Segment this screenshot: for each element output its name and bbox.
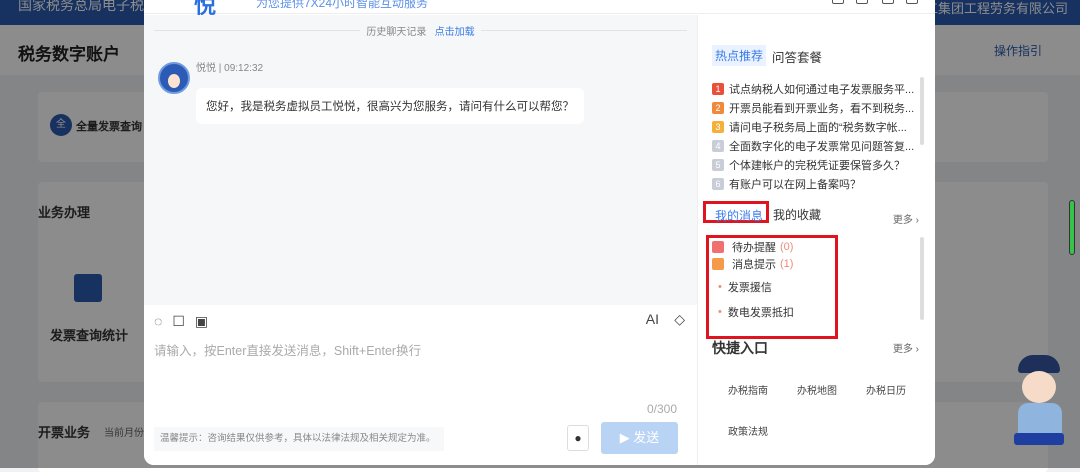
bulb-icon xyxy=(712,258,724,270)
todo-label: 待办提醒 xyxy=(732,242,776,254)
eraser-icon[interactable]: ◇ xyxy=(674,311,685,328)
rank-badge: 1 xyxy=(712,82,724,95)
tab-hot[interactable]: 热点推荐 xyxy=(712,45,767,66)
todo-count: (0) xyxy=(780,241,794,253)
quick-policy[interactable]: 政策法规 xyxy=(728,423,768,438)
rank-badge: 6 xyxy=(712,177,724,190)
messages-scrollbar[interactable] xyxy=(920,237,924,320)
calendar-icon[interactable]: ▣ xyxy=(195,313,208,330)
minimize-icon[interactable] xyxy=(856,0,868,4)
slogan: 为您提供7X24小时智能互动服务 xyxy=(256,0,429,10)
load-history-link[interactable]: 点击加载 xyxy=(435,27,475,38)
modal-header: 悦 为您提供7X24小时智能互动服务 xyxy=(144,0,935,18)
tab-favorites[interactable]: 我的收藏 xyxy=(773,206,821,223)
hot-item[interactable]: 4 全面数字化的电子发票常见问题答复... xyxy=(712,136,922,155)
bot-avatar xyxy=(158,62,190,94)
rank-badge: 2 xyxy=(712,101,724,114)
tab-qa-package[interactable]: 问答套餐 xyxy=(772,47,822,66)
notice-text: 数电发票抵扣 xyxy=(727,307,794,319)
todo-item[interactable]: 待办提醒 (0) xyxy=(712,239,793,255)
tip-text: 温馨提示：咨询结果仅供参考，具体以法律法规及相关规定为准。 xyxy=(154,427,444,451)
hot-item[interactable]: 1 试点纳税人如何通过电子发票服务平... xyxy=(712,79,922,98)
hot-item-text: 请问电子税务局上面的“税务数字帐... xyxy=(729,121,907,134)
hot-item[interactable]: 6 有账户可以在网上备案吗？ xyxy=(712,174,922,191)
hot-item[interactable]: 2 开票员能看到开票业务，看不到税务... xyxy=(712,98,922,117)
close-icon[interactable] xyxy=(906,0,918,4)
rank-badge: 4 xyxy=(712,139,724,152)
notice-entry[interactable]: • 发票援信 xyxy=(718,279,772,295)
send-button[interactable]: ▶ 发送 xyxy=(601,422,678,454)
edit-icon[interactable]: ☐ xyxy=(172,313,185,330)
side-panel: 热点推荐 问答套餐 1 试点纳税人如何通过电子发票服务平... 2 开票员能看到开票业… xyxy=(697,15,935,465)
message-input[interactable]: 请输入，按Enter直接发送消息，Shift+Enter换行 xyxy=(154,340,421,359)
chat-modal: 悦 为您提供7X24小时智能互动服务 历史聊天记录 点击加载 悦悦 | 09:1… xyxy=(144,0,935,465)
quick-calendar[interactable]: 办税日历 xyxy=(866,382,906,397)
notice-text: 发票援信 xyxy=(727,282,772,294)
clock-icon xyxy=(712,241,724,253)
hot-scrollbar[interactable] xyxy=(920,77,924,145)
mascot-avatar[interactable] xyxy=(1012,355,1066,450)
char-count: 0/300 xyxy=(646,402,677,416)
send-label: 发送 xyxy=(633,430,660,445)
quick-entry-title: 快捷入口 xyxy=(712,340,768,356)
hot-item[interactable]: 5 个体建帐户的完税凭证要保管多久？ xyxy=(712,155,922,174)
quick-guide[interactable]: 办税指南 xyxy=(728,382,768,397)
history-divider: 历史聊天记录 点击加载 xyxy=(154,23,687,38)
more-quick-link[interactable]: 更多 › xyxy=(893,340,919,355)
rank-badge: 5 xyxy=(712,158,724,171)
hot-list: 1 试点纳税人如何通过电子发票服务平... 2 开票员能看到开票业务，看不到税务...… xyxy=(712,79,922,191)
notice-label: 消息提示 xyxy=(732,259,776,271)
hot-item-text: 个体建帐户的完税凭证要保管多久？ xyxy=(729,159,905,172)
bot-message: 您好，我是税务虚拟员工悦悦，很高兴为您服务，请问有什么可以帮您？ xyxy=(196,88,584,124)
hot-item[interactable]: 3 请问电子税务局上面的“税务数字帐... xyxy=(712,117,922,136)
headset-icon[interactable]: ◌ xyxy=(154,313,162,330)
fullscreen-icon[interactable] xyxy=(882,0,894,4)
notice-count: (1) xyxy=(780,258,794,270)
more-messages-link[interactable]: 更多 › xyxy=(893,211,919,226)
ai-button[interactable]: AI xyxy=(646,311,659,327)
tab-my-messages[interactable]: 我的消息 xyxy=(712,205,766,226)
quick-map[interactable]: 办税地图 xyxy=(797,382,837,397)
notice-entry[interactable]: • 数电发票抵扣 xyxy=(718,304,794,320)
hot-item-text: 有账户可以在网上备案吗？ xyxy=(729,178,861,191)
history-label: 历史聊天记录 xyxy=(366,27,427,38)
pin-icon[interactable] xyxy=(832,0,844,4)
hot-item-text: 全面数字化的电子发票常见问题答复... xyxy=(729,140,915,153)
hot-item-text: 开票员能看到开票业务，看不到税务... xyxy=(729,102,915,115)
rank-badge: 3 xyxy=(712,120,724,133)
notice-item[interactable]: 消息提示 (1) xyxy=(712,256,793,272)
microphone-icon[interactable]: ● xyxy=(567,425,589,451)
hot-item-text: 试点纳税人如何通过电子发票服务平... xyxy=(729,83,915,96)
scrollbar[interactable] xyxy=(1069,200,1075,255)
message-meta: 悦悦 | 09:12:32 xyxy=(196,63,264,74)
chat-area: 历史聊天记录 点击加载 悦悦 | 09:12:32 您好，我是税务虚拟员工悦悦，… xyxy=(144,15,697,305)
input-area: ◌ ☐ ▣ AI ◇ 请输入，按Enter直接发送消息，Shift+Enter换… xyxy=(144,305,697,465)
